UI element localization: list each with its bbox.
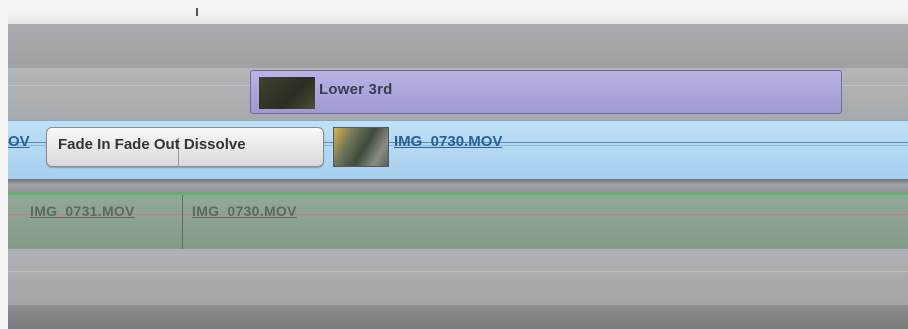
track-divider — [8, 271, 908, 272]
audio-clip-label[interactable]: IMG_0730.MOV — [192, 203, 297, 219]
audio-level-line — [8, 214, 908, 215]
timeline[interactable]: Lower 3rd OV Fade In Fade Out Dissolve I… — [8, 8, 908, 329]
track-separator — [8, 179, 908, 194]
title-clip[interactable]: Lower 3rd — [250, 70, 842, 114]
timeline-ruler[interactable] — [8, 8, 908, 24]
empty-track-area — [8, 249, 908, 305]
video-track: OV Fade In Fade Out Dissolve IMG_0730.MO… — [8, 120, 908, 180]
playhead-marker[interactable] — [196, 8, 198, 16]
video-thumbnail-icon[interactable] — [333, 127, 389, 167]
empty-track-area — [8, 24, 908, 69]
video-clip-label[interactable]: IMG_0730.MOV — [394, 133, 502, 150]
title-thumbnail-icon — [259, 77, 315, 109]
transition-label: Fade In Fade Out Dissolve — [58, 136, 246, 153]
timeline-footer — [8, 305, 908, 329]
transition-clip[interactable]: Fade In Fade Out Dissolve — [46, 127, 324, 167]
audio-track: IMG_0731.MOV IMG_0730.MOV — [8, 193, 908, 249]
audio-clip-boundary — [182, 195, 183, 249]
video-clip-label-partial[interactable]: OV — [8, 133, 30, 150]
audio-clip-label[interactable]: IMG_0731.MOV — [30, 203, 135, 219]
title-clip-label: Lower 3rd — [319, 81, 393, 98]
title-track: Lower 3rd — [8, 68, 908, 120]
